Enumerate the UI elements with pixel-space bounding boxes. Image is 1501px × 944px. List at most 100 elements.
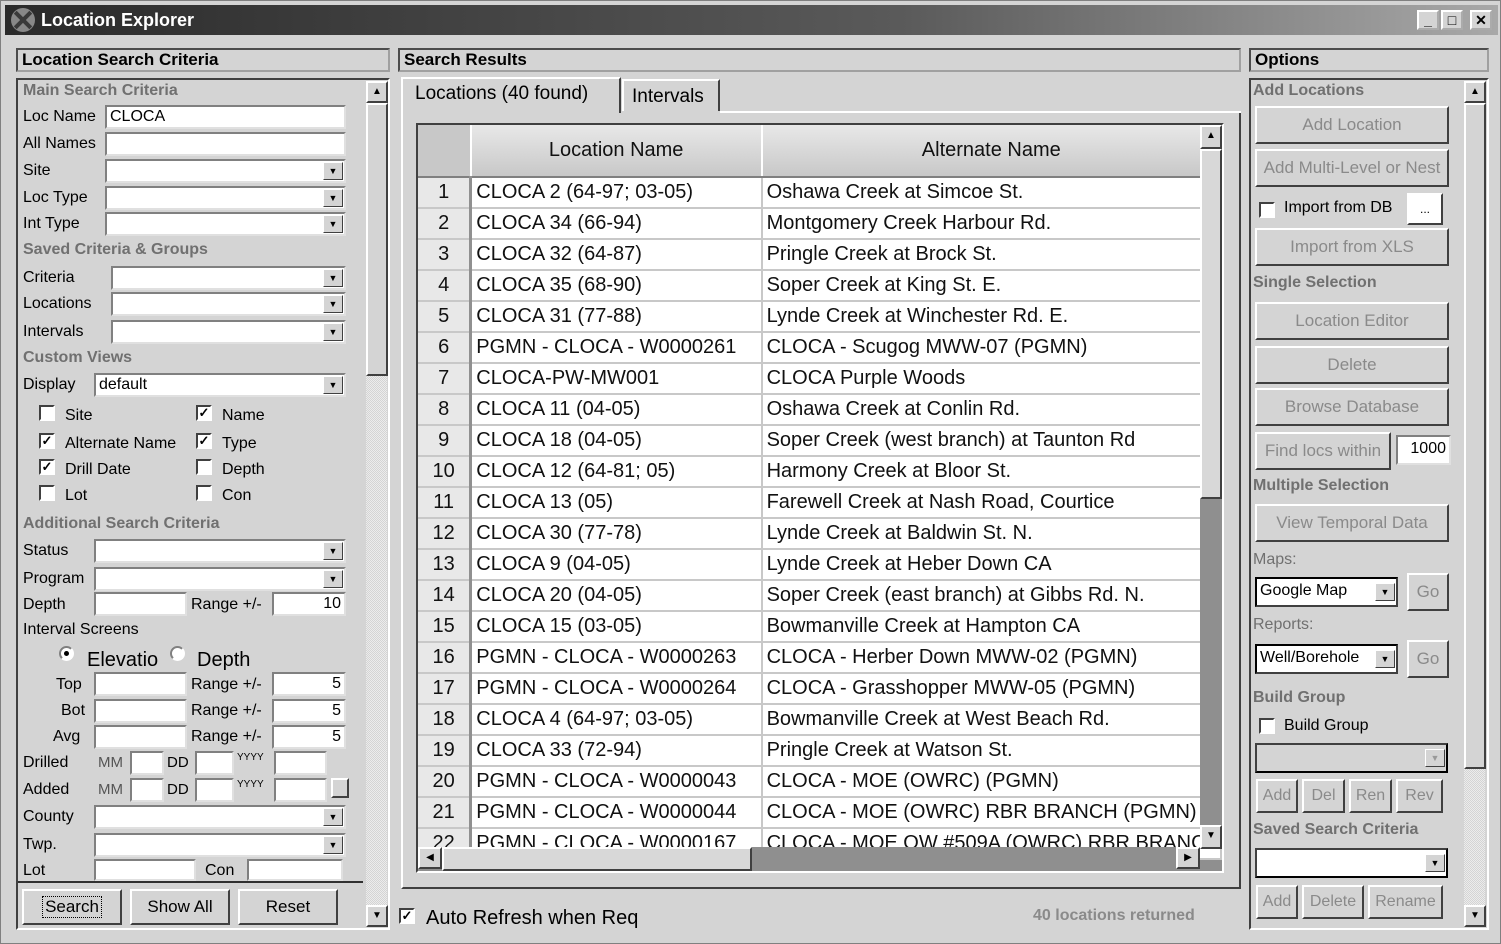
alternate-name-cell[interactable]: Soper Creek (east branch) at Gibbs Rd. N… [761,580,1222,612]
bot-range-input[interactable]: 5 [272,699,346,723]
saved-search-criteria-dropdown[interactable]: ▼ [1255,848,1448,878]
scrollbar-thumb[interactable] [366,103,388,376]
table-row[interactable]: 10 CLOCA 12 (64-81; 05) Harmony Creek at B… [418,456,1222,488]
column-header-alternate-name[interactable]: Alternate Name [761,125,1222,178]
alternate-name-cell[interactable]: Bowmanville Creek at West Beach Rd. [761,704,1222,736]
view-column-checkbox[interactable] [39,405,55,421]
drilled-mm-input[interactable] [130,751,164,775]
group-add-button[interactable]: Add [1256,779,1298,813]
table-row[interactable]: 21 PGMN - CLOCA - W0000044 CLOCA - MOE (OW… [418,797,1222,829]
scroll-up-icon[interactable]: ▲ [1464,81,1486,103]
status-dropdown[interactable]: ▼ [94,539,346,563]
table-row[interactable]: 4 CLOCA 35 (68-90) Soper Creek at King St.… [418,270,1222,302]
loc-type-dropdown[interactable]: ▼ [105,186,346,210]
alternate-name-cell[interactable]: Soper Creek at King St. E. [761,270,1222,302]
row-number[interactable]: 2 [418,208,473,240]
add-location-button[interactable]: Add Location [1255,106,1449,144]
loc-name-input[interactable]: CLOCA [105,105,346,129]
grid-scroll-right-icon[interactable]: ▶ [1176,847,1200,869]
row-number[interactable]: 6 [418,332,473,364]
row-number[interactable]: 11 [418,487,473,519]
view-column-checkbox[interactable]: ✓ [39,433,55,449]
tab-locations[interactable]: Locations (40 found) [401,77,621,113]
elevation-radio[interactable] [59,646,74,661]
grid-horizontal-thumb[interactable] [442,847,752,871]
alternate-name-cell[interactable]: Montgomery Creek Harbour Rd. [761,208,1222,240]
table-row[interactable]: 17 PGMN - CLOCA - W0000264 CLOCA - Grassho… [418,673,1222,705]
row-number[interactable]: 18 [418,704,473,736]
location-name-cell[interactable]: CLOCA 35 (68-90) [470,270,763,302]
avg-input[interactable] [94,725,187,749]
lot-input[interactable] [94,859,196,881]
select-all-corner[interactable] [418,125,472,178]
row-number[interactable]: 15 [418,611,473,643]
table-row[interactable]: 11 CLOCA 13 (05) Farewell Creek at Nash Ro… [418,487,1222,519]
table-row[interactable]: 19 CLOCA 33 (72-94) Pringle Creek at Watso… [418,735,1222,767]
table-row[interactable]: 7 CLOCA-PW-MW001 CLOCA Purple Woods [418,363,1222,395]
row-number[interactable]: 7 [418,363,473,395]
alternate-name-cell[interactable]: Farewell Creek at Nash Road, Courtice [761,487,1222,519]
table-row[interactable]: 2 CLOCA 34 (66-94) Montgomery Creek Harbou… [418,208,1222,240]
row-number[interactable]: 4 [418,270,473,302]
table-row[interactable]: 6 PGMN - CLOCA - W0000261 CLOCA - Scugog M… [418,332,1222,364]
group-rev-button[interactable]: Rev [1396,779,1443,813]
location-name-cell[interactable]: CLOCA 9 (04-05) [470,549,763,581]
depth-input[interactable] [94,592,187,616]
depth-range-input[interactable]: 10 [272,592,346,616]
alternate-name-cell[interactable]: Oshawa Creek at Conlin Rd. [761,394,1222,426]
table-row[interactable]: 9 CLOCA 18 (04-05) Soper Creek (west branc… [418,425,1222,457]
county-dropdown[interactable]: ▼ [94,805,346,829]
scroll-down-icon[interactable]: ▼ [1464,905,1486,927]
location-name-cell[interactable]: PGMN - CLOCA - W0000261 [470,332,763,364]
group-ren-button[interactable]: Ren [1349,779,1392,813]
table-row[interactable]: 3 CLOCA 32 (64-87) Pringle Creek at Brock … [418,239,1222,271]
location-name-cell[interactable]: CLOCA 34 (66-94) [470,208,763,240]
alternate-name-cell[interactable]: CLOCA - MOE (OWRC) RBR BRANCH (PGMN) [761,797,1222,829]
view-column-checkbox[interactable]: ✓ [196,433,212,449]
row-number[interactable]: 16 [418,642,473,674]
row-number[interactable]: 17 [418,673,473,705]
alternate-name-cell[interactable]: Pringle Creek at Watson St. [761,735,1222,767]
table-row[interactable]: 1 CLOCA 2 (64-97; 03-05) Oshawa Creek at S… [418,177,1222,209]
con-input[interactable] [247,859,343,881]
view-column-checkbox[interactable] [196,459,212,475]
added-date-picker-button[interactable] [331,778,349,798]
location-name-cell[interactable]: CLOCA 15 (03-05) [470,611,763,643]
view-column-checkbox[interactable]: ✓ [39,459,55,475]
location-name-cell[interactable]: CLOCA 12 (64-81; 05) [470,456,763,488]
added-mm-input[interactable] [130,778,164,802]
view-temporal-data-button[interactable]: View Temporal Data [1255,504,1449,542]
build-group-checkbox[interactable] [1259,718,1275,734]
locations-group-dropdown[interactable]: ▼ [111,292,346,316]
drilled-dd-input[interactable] [195,751,234,775]
depth-radio[interactable] [170,646,185,661]
all-names-input[interactable] [105,132,346,156]
table-row[interactable]: 18 CLOCA 4 (64-97; 03-05) Bowmanville Cree… [418,704,1222,736]
minimize-button[interactable]: _ [1417,10,1439,30]
top-input[interactable] [94,672,187,696]
location-name-cell[interactable]: CLOCA 18 (04-05) [470,425,763,457]
display-dropdown[interactable]: default ▼ [94,373,346,397]
location-name-cell[interactable]: CLOCA 31 (77-88) [470,301,763,333]
table-row[interactable]: 14 CLOCA 20 (04-05) Soper Creek (east bran… [418,580,1222,612]
row-number[interactable]: 10 [418,456,473,488]
table-row[interactable]: 13 CLOCA 9 (04-05) Lynde Creek at Heber Do… [418,549,1222,581]
scrollbar-thumb[interactable] [1464,103,1486,769]
table-row[interactable]: 20 PGMN - CLOCA - W0000043 CLOCA - MOE (OW… [418,766,1222,798]
location-name-cell[interactable]: PGMN - CLOCA - W0000264 [470,673,763,705]
row-number[interactable]: 20 [418,766,473,798]
close-button[interactable]: ✕ [1470,10,1492,30]
table-row[interactable]: 8 CLOCA 11 (04-05) Oshawa Creek at Conlin … [418,394,1222,426]
location-name-cell[interactable]: CLOCA 33 (72-94) [470,735,763,767]
grid-vertical-thumb[interactable] [1200,149,1222,499]
location-editor-button[interactable]: Location Editor [1255,302,1449,340]
reset-button[interactable]: Reset [238,889,338,925]
view-column-checkbox[interactable] [196,485,212,501]
scroll-up-icon[interactable]: ▲ [366,81,388,103]
location-name-cell[interactable]: CLOCA 32 (64-87) [470,239,763,271]
table-row[interactable]: 15 CLOCA 15 (03-05) Bowmanville Creek at H… [418,611,1222,643]
reports-go-button[interactable]: Go [1407,640,1449,678]
added-dd-input[interactable] [195,778,234,802]
maps-dropdown[interactable]: Google Map ▼ [1255,577,1398,607]
top-range-input[interactable]: 5 [272,672,346,696]
